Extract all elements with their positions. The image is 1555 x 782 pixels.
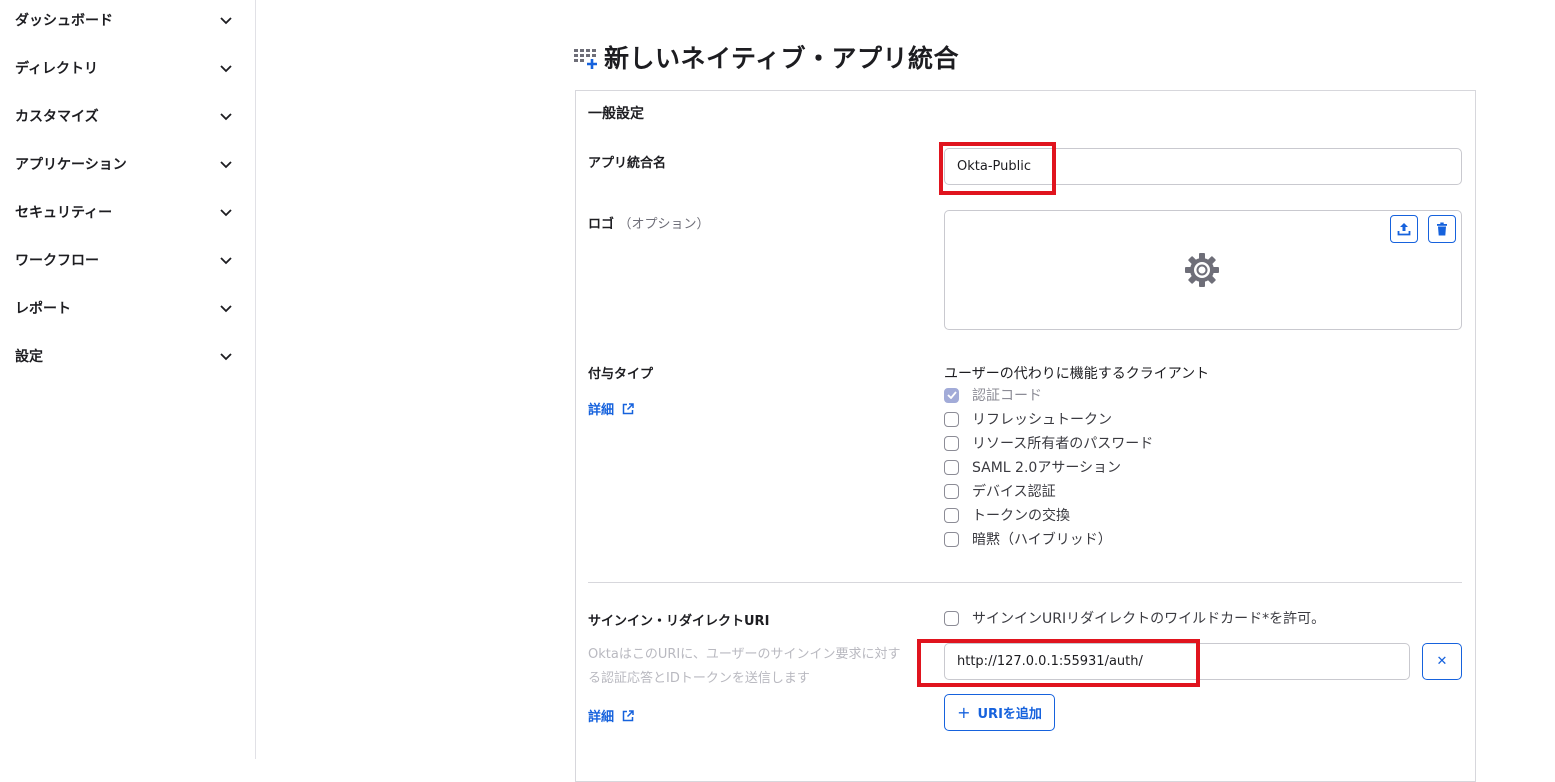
- signin-details-link-text: 詳細: [588, 710, 615, 725]
- checkbox: [944, 531, 959, 547]
- app-name-input[interactable]: [944, 148, 1462, 185]
- external-link-icon: [622, 402, 634, 414]
- close-icon: ✕: [1436, 654, 1448, 669]
- checkbox: [944, 459, 959, 475]
- sidebar-item-label: 設定: [15, 349, 43, 365]
- grant-saml-assertion[interactable]: SAML 2.0アサーション: [944, 457, 1121, 477]
- upload-logo-button[interactable]: [1390, 215, 1418, 243]
- logo-optional-text: （オプション）: [618, 217, 710, 232]
- sidebar: ダッシュボード ディレクトリ カスタマイズ アプリケーション セキュリティー ワ…: [0, 0, 256, 759]
- sidebar-item-label: レポート: [15, 301, 71, 317]
- sidebar-item-label: ワークフロー: [15, 253, 99, 269]
- checkbox: [944, 507, 959, 523]
- grant-label: リソース所有者のパスワード: [972, 436, 1154, 452]
- wildcard-label: サインインURIリダイレクトのワイルドカード*を許可。: [972, 611, 1326, 627]
- section-title: 一般設定: [588, 106, 644, 122]
- grant-refresh-token[interactable]: リフレッシュトークン: [944, 409, 1112, 429]
- grant-label: SAML 2.0アサーション: [972, 460, 1122, 476]
- sidebar-item-workflow[interactable]: ワークフロー: [0, 236, 255, 284]
- chevron-down-icon: [220, 353, 232, 361]
- sidebar-item-settings[interactable]: 設定: [0, 332, 255, 380]
- signin-details-link[interactable]: 詳細: [588, 706, 634, 725]
- sidebar-item-label: セキュリティー: [15, 205, 113, 221]
- grant-heading: ユーザーの代わりに機能するクライアント: [944, 366, 1210, 382]
- grant-token-exchange[interactable]: トークンの交換: [944, 505, 1070, 525]
- checkbox: [944, 483, 959, 499]
- sidebar-item-customize[interactable]: カスタマイズ: [0, 92, 255, 140]
- app-name-label: アプリ統合名: [588, 156, 667, 171]
- check-icon: [946, 391, 957, 399]
- sidebar-item-security[interactable]: セキュリティー: [0, 188, 255, 236]
- plus-icon: +: [957, 703, 971, 722]
- chevron-down-icon: [220, 65, 232, 73]
- logo-label-text: ロゴ: [588, 217, 615, 232]
- grant-label: 認証コード: [972, 388, 1042, 404]
- sidebar-item-label: ディレクトリ: [15, 61, 99, 77]
- chevron-down-icon: [220, 209, 232, 217]
- grant-authorization-code[interactable]: 認証コード: [944, 385, 1042, 405]
- grant-label: 暗黙（ハイブリッド）: [972, 532, 1112, 548]
- upload-icon: [1397, 223, 1411, 236]
- chevron-down-icon: [220, 17, 232, 25]
- checkbox: [944, 435, 959, 451]
- app-grid-add-icon: [574, 49, 597, 69]
- grant-implicit-hybrid[interactable]: 暗黙（ハイブリッド）: [944, 529, 1112, 549]
- gear-icon: [1185, 253, 1219, 287]
- page-header: 新しいネイティブ・アプリ統合: [573, 40, 959, 74]
- grant-type-label: 付与タイプ: [588, 367, 654, 382]
- external-link-icon: [622, 709, 634, 721]
- checkbox: [944, 610, 959, 626]
- sidebar-item-dashboard[interactable]: ダッシュボード: [0, 0, 255, 44]
- trash-icon: [1437, 222, 1447, 236]
- sidebar-item-label: ダッシュボード: [15, 13, 113, 29]
- add-uri-label: URIを追加: [977, 707, 1042, 722]
- logo-label: ロゴ （オプション）: [588, 213, 710, 232]
- sidebar-item-label: アプリケーション: [15, 157, 127, 173]
- page-title: 新しいネイティブ・アプリ統合: [604, 44, 960, 73]
- signin-redirect-label: サインイン・リダイレクトURI: [588, 614, 770, 629]
- chevron-down-icon: [220, 257, 232, 265]
- delete-logo-button[interactable]: [1428, 215, 1456, 243]
- section-divider: [588, 582, 1462, 583]
- sidebar-item-label: カスタマイズ: [15, 109, 99, 125]
- signin-help-text: OktaはこのURIに、ユーザーのサインイン要求に対する認証応答とIDトークンを…: [588, 647, 901, 686]
- grant-device-authorization[interactable]: デバイス認証: [944, 481, 1056, 501]
- grant-resource-owner-password[interactable]: リソース所有者のパスワード: [944, 433, 1153, 453]
- wildcard-redirect-checkbox[interactable]: サインインURIリダイレクトのワイルドカード*を許可。: [944, 608, 1325, 628]
- grant-details-link-text: 詳細: [588, 403, 615, 418]
- chevron-down-icon: [220, 305, 232, 313]
- grant-label: トークンの交換: [972, 508, 1070, 524]
- sidebar-item-applications[interactable]: アプリケーション: [0, 140, 255, 188]
- checkbox-checked: [944, 387, 959, 403]
- sidebar-item-directory[interactable]: ディレクトリ: [0, 44, 255, 92]
- chevron-down-icon: [220, 161, 232, 169]
- grant-label: リフレッシュトークン: [972, 412, 1112, 428]
- grant-label: デバイス認証: [972, 484, 1056, 500]
- redirect-uri-input[interactable]: [944, 643, 1410, 680]
- remove-uri-button[interactable]: ✕: [1422, 643, 1462, 680]
- grant-details-link[interactable]: 詳細: [588, 399, 634, 418]
- sidebar-item-reports[interactable]: レポート: [0, 284, 255, 332]
- checkbox: [944, 411, 959, 427]
- add-uri-button[interactable]: + URIを追加: [944, 694, 1055, 731]
- chevron-down-icon: [220, 113, 232, 121]
